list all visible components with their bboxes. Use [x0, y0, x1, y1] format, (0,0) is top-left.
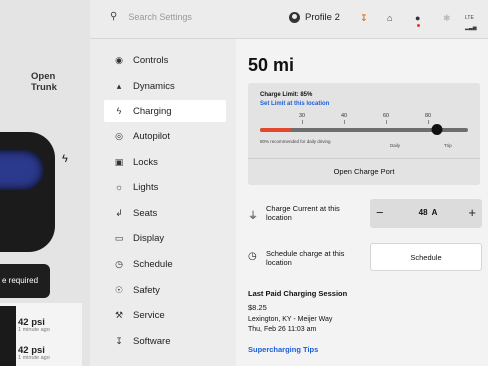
sidebar-item-software[interactable]: ↧ Software [104, 330, 226, 352]
sidebar-item-label: Schedule [133, 258, 173, 270]
sidebar-item-charging[interactable]: ϟ Charging [104, 100, 226, 122]
tick-label: 60 [382, 113, 390, 119]
charge-limit-card: Charge Limit: 85% Set Limit at this loca… [248, 83, 480, 185]
sidebar-item-autopilot[interactable]: ◎ Autopilot [104, 125, 226, 147]
car-windshield [0, 150, 44, 190]
open-trunk-label-line1: Open [31, 71, 56, 82]
sidebar-item-label: Dynamics [133, 80, 175, 92]
charge-current-unit: A [431, 208, 438, 217]
alert-text: e required [2, 276, 39, 285]
tick-mark [302, 120, 303, 124]
sidebar-item-label: Service [133, 309, 165, 321]
notification-bell-icon[interactable]: ● [415, 13, 420, 27]
tick-label: 80 [424, 113, 432, 119]
charge-limit-slider-handle[interactable] [431, 124, 443, 135]
search-icon: ⚲ [110, 11, 118, 22]
search-placeholder: Search Settings [128, 11, 192, 22]
home-icon[interactable]: ⌂ [387, 13, 392, 23]
tick-mark [428, 120, 429, 124]
schedule-charge-label: Schedule charge at this location [266, 249, 345, 267]
clock-icon: ◷ [115, 258, 123, 269]
trip-label: Trip [444, 143, 452, 148]
seat-icon: ↲ [115, 207, 123, 218]
car-status-panel: Open Trunk ϟ e required 42 psi 1 minute … [0, 0, 90, 366]
current-charge-fill [260, 128, 292, 132]
tick-label: 40 [340, 113, 348, 119]
plug-icon: ⏚ [248, 211, 258, 222]
sidebar-item-display[interactable]: ▭ Display [104, 227, 226, 249]
notification-dot [417, 24, 420, 27]
download-icon[interactable]: ↧ [360, 13, 368, 23]
cellular-signal-icon: LTE ▂▃▅ [465, 15, 477, 31]
charge-current-stepper: − 48 A + [370, 199, 482, 228]
tick-mark [386, 120, 387, 124]
sidebar-item-label: Display [133, 232, 165, 244]
sidebar-item-label: Lights [133, 181, 159, 193]
wheel-icon [0, 306, 16, 366]
charge-current-value: 48 A [370, 208, 482, 217]
charge-limit-label: Charge Limit: 85% [260, 92, 313, 98]
tire-pressure-card: 42 psi 1 minute ago 42 psi 1 minute ago [0, 303, 82, 366]
alert-toast[interactable]: e required [0, 264, 50, 298]
sidebar-item-schedule[interactable]: ◷ Schedule [104, 253, 226, 275]
range-readout: 50 mi [248, 55, 295, 75]
profile-label: Profile 2 [305, 12, 340, 23]
last-session-location: Lexington, KY - Meijer Way [248, 316, 333, 323]
search-settings[interactable]: ⚲ Search Settings [110, 11, 192, 22]
sidebar-item-safety[interactable]: ☉ Safety [104, 279, 226, 301]
sidebar-item-service[interactable]: ⚒ Service [104, 304, 226, 326]
last-session-date: Thu, Feb 26 11:03 am [248, 326, 317, 333]
charging-settings-panel: 50 mi Charge Limit: 85% Set Limit at thi… [236, 39, 488, 366]
tick-label: 30 [298, 113, 306, 119]
sidebar-item-dynamics[interactable]: ▴ Dynamics [104, 75, 226, 97]
sidebar-item-label: Seats [133, 207, 158, 219]
last-session-title: Last Paid Charging Session [248, 289, 348, 298]
wrench-icon: ⚒ [114, 309, 124, 320]
sidebar-item-seats[interactable]: ↲ Seats [104, 202, 226, 224]
daily-label: Daily [390, 143, 401, 148]
tire-pressure-age: 1 minute ago [18, 355, 50, 361]
open-trunk-label-line2: Trunk [31, 82, 57, 93]
shield-icon: ☉ [114, 284, 124, 295]
tick-mark [344, 120, 345, 124]
top-bar: ⚲ Search Settings Profile 2 ↧ ⌂ ● ✱ LTE ▂… [90, 0, 488, 39]
bolt-icon: ϟ [116, 106, 122, 116]
lock-icon: ▣ [114, 156, 124, 167]
charge-current-label: Charge Current at this location [266, 204, 340, 222]
charging-bolt-icon: ϟ [62, 153, 68, 165]
toggle-icon: ◉ [115, 54, 123, 65]
sidebar-item-label: Controls [133, 54, 169, 66]
increase-current-button[interactable]: + [468, 205, 476, 220]
download-icon: ↧ [115, 335, 123, 346]
sidebar-item-label: Locks [133, 156, 158, 168]
steering-wheel-icon: ◎ [115, 130, 123, 141]
sidebar-item-lights[interactable]: ☼ Lights [104, 176, 226, 198]
last-session-amount: $8.25 [248, 303, 267, 312]
lte-label: LTE [465, 15, 474, 21]
schedule-button[interactable]: Schedule [370, 243, 482, 271]
sidebar-item-locks[interactable]: ▣ Locks [104, 151, 226, 173]
profile-button[interactable]: Profile 2 [289, 12, 340, 23]
open-trunk-button[interactable]: Open Trunk [31, 71, 57, 93]
settings-sidebar: ◉ Controls ▴ Dynamics ϟ Charging ◎ Autop… [90, 39, 236, 366]
display-icon: ▭ [114, 232, 124, 243]
clock-icon: ◷ [248, 251, 257, 262]
open-charge-port-button[interactable]: Open Charge Port [248, 159, 480, 185]
sidebar-item-controls[interactable]: ◉ Controls [104, 49, 226, 71]
sidebar-item-label: Software [133, 335, 171, 347]
sun-icon: ☼ [114, 182, 124, 192]
sidebar-item-label: Safety [133, 284, 160, 296]
charge-current-number: 48 [418, 208, 428, 217]
sidebar-item-label: Autopilot [133, 130, 170, 142]
supercharging-tips-link[interactable]: Supercharging Tips [248, 345, 318, 354]
sidebar-item-label: Charging [133, 105, 172, 117]
car-icon: ▴ [116, 80, 122, 91]
profile-avatar-icon [289, 12, 300, 23]
bluetooth-icon[interactable]: ✱ [443, 13, 451, 23]
set-limit-link[interactable]: Set Limit at this location [260, 101, 329, 107]
tire-pressure-age: 1 minute ago [18, 327, 50, 333]
recommendation-text: 80% recommended for daily driving [260, 139, 331, 144]
